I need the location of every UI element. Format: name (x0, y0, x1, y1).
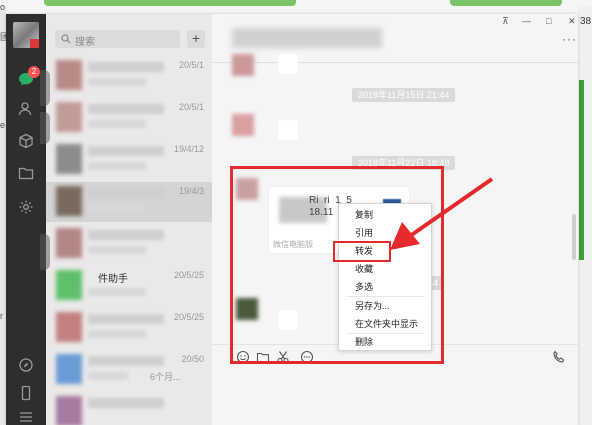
background-green-bar-right (450, 0, 562, 6)
unread-badge: 2 (28, 66, 40, 78)
add-chat-button[interactable]: + (187, 30, 205, 48)
contact-avatar (56, 144, 82, 174)
time-label: 2018年11月15日 21:44 (352, 88, 456, 102)
list-item[interactable]: 6个月... 20/50 (46, 350, 212, 390)
contact-name: 件助手 (98, 274, 128, 285)
chat-date: 20/5/25 (173, 312, 204, 322)
contact-name-blurred (88, 104, 164, 114)
minimize-button[interactable]: — (522, 16, 531, 26)
contact-name-blurred (88, 62, 164, 72)
chat-list-panel: 搜索 + 20/5/1 20/5/1 19/4/12 19/4/3 件助手 20… (46, 14, 212, 425)
contact-avatar (56, 186, 82, 216)
annotation-arrow-icon (390, 177, 494, 250)
message-preview-blurred (88, 162, 146, 170)
message-preview-blurred (88, 330, 146, 338)
search-input[interactable]: 搜索 (55, 30, 180, 48)
search-icon (61, 34, 71, 44)
message-preview-blurred (88, 120, 146, 128)
more-icon[interactable]: ··· (562, 32, 577, 46)
chat-date: 20/5/25 (173, 270, 204, 280)
list-item[interactable]: 19/4/12 (46, 140, 212, 180)
list-item[interactable] (46, 392, 212, 425)
contact-name-blurred (88, 398, 164, 408)
contact-avatar (56, 396, 82, 425)
compass-icon[interactable] (17, 356, 35, 374)
call-icon[interactable] (552, 350, 566, 364)
chat-date: 20/5/1 (178, 102, 204, 112)
contact-name-blurred (88, 356, 164, 366)
contact-avatar (56, 102, 82, 132)
bg-letter: e (0, 120, 6, 130)
contact-avatar (56, 312, 82, 342)
blur-shade (40, 234, 50, 270)
chat-date: 20/5/1 (178, 60, 204, 70)
folder-icon[interactable] (17, 164, 35, 182)
contact-avatar (56, 354, 82, 384)
chat-date: 20/50 (181, 354, 204, 364)
background-green-bar-left (44, 0, 296, 6)
message-avatar (232, 54, 254, 76)
bg-number: 38 (580, 16, 592, 27)
message-preview-blurred (88, 204, 146, 212)
list-item[interactable]: 20/5/1 (46, 98, 212, 138)
chat-date: 19/4/12 (173, 144, 204, 154)
menu-icon[interactable] (17, 408, 35, 425)
message-bubble[interactable] (278, 120, 298, 140)
message-preview-blurred (88, 288, 146, 296)
list-item[interactable]: 件助手 20/5/25 (46, 266, 212, 306)
contact-avatar (56, 270, 82, 300)
bg-letter: o (0, 2, 6, 12)
close-button[interactable]: ✕ (568, 16, 576, 27)
contact-name-blurred (88, 188, 164, 198)
contact-name-blurred (88, 314, 164, 324)
message-preview-blurred (88, 372, 128, 380)
phone-icon[interactable] (17, 384, 35, 402)
blur-shade (40, 70, 50, 106)
chat-date: 19/4/3 (178, 186, 204, 196)
bg-letter: r (0, 311, 3, 321)
list-item[interactable]: 20/5/25 (46, 308, 212, 348)
blur-shade (40, 112, 50, 144)
background-right-edge: 38 (578, 6, 592, 425)
list-item[interactable] (46, 224, 212, 264)
chat-title-blurred (232, 28, 382, 48)
message-avatar (232, 114, 254, 136)
list-item[interactable]: 19/4/3 (46, 182, 212, 222)
list-item[interactable]: 20/5/1 (46, 56, 212, 96)
message-preview: 6个月... (150, 372, 181, 382)
user-avatar[interactable] (13, 22, 39, 48)
maximize-button[interactable]: □ (546, 16, 551, 26)
contact-name-blurred (88, 146, 164, 156)
message-preview-blurred (88, 246, 146, 254)
contacts-icon[interactable] (17, 100, 35, 118)
contact-avatar (56, 60, 82, 90)
contact-avatar (56, 228, 82, 258)
box-icon[interactable] (17, 132, 35, 150)
bg-green-panel (579, 80, 584, 260)
chat-scrollbar[interactable] (572, 214, 576, 260)
message-bubble[interactable] (278, 54, 298, 74)
pin-icon[interactable]: ⊼ (502, 16, 509, 27)
message-preview-blurred (88, 78, 146, 86)
gear-icon[interactable] (17, 198, 35, 216)
search-placeholder: 搜索 (75, 37, 95, 48)
contact-name-blurred (88, 230, 164, 240)
header-divider (212, 62, 578, 63)
